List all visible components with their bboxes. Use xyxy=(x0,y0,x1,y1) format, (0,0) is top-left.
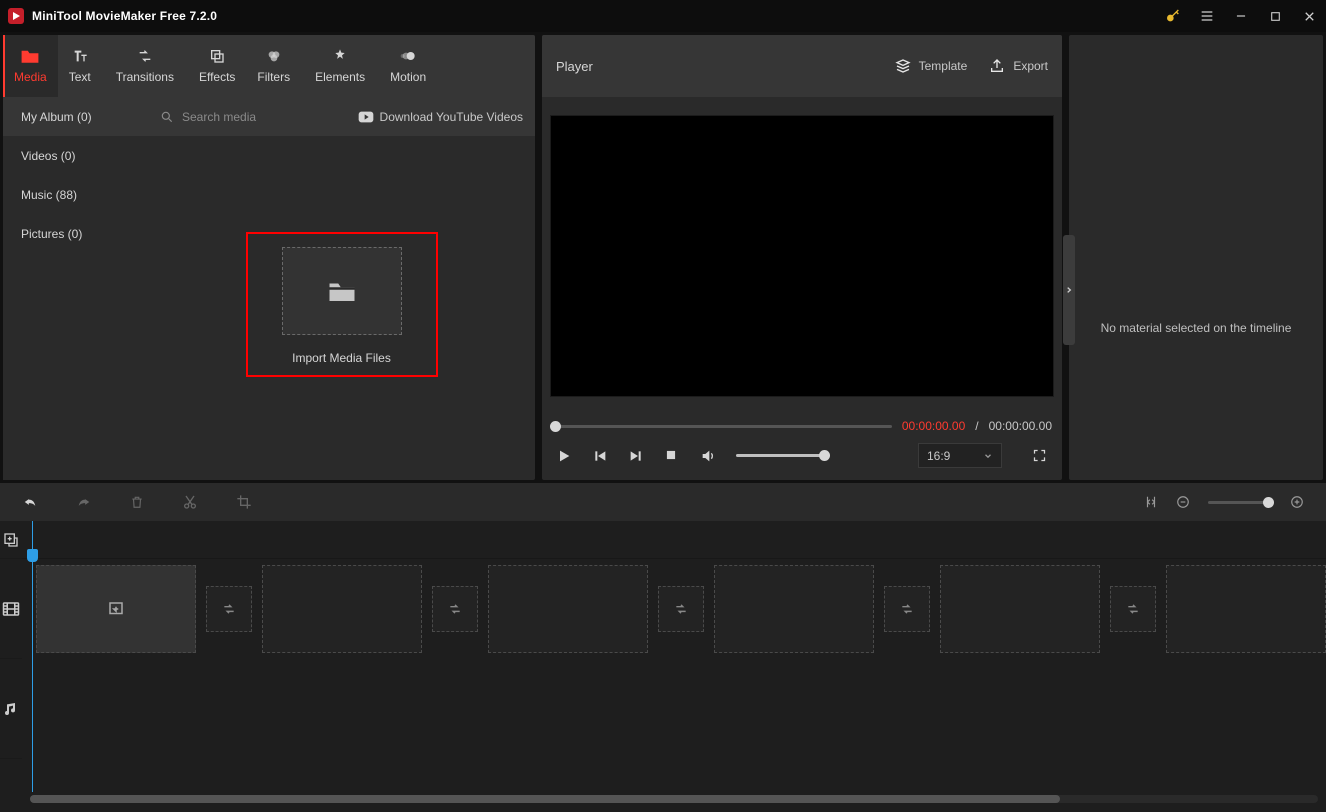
clip-slot[interactable] xyxy=(488,565,648,653)
export-icon xyxy=(989,58,1005,74)
menu-button[interactable] xyxy=(1190,0,1224,32)
sidebar-item-album[interactable]: My Album (0) xyxy=(3,97,148,136)
sidebar-item-videos[interactable]: Videos (0) xyxy=(3,136,148,175)
timeline-toolbar xyxy=(0,483,1326,521)
add-clip-icon xyxy=(107,600,125,618)
transition-slot[interactable] xyxy=(658,586,704,632)
time-total: 00:00:00.00 xyxy=(989,419,1052,433)
transition-slot[interactable] xyxy=(432,586,478,632)
tab-label: Media xyxy=(14,70,47,84)
transition-slot[interactable] xyxy=(1110,586,1156,632)
search-icon xyxy=(160,110,174,124)
tab-filters[interactable]: Filters xyxy=(246,35,301,97)
zoom-out-button[interactable] xyxy=(1176,495,1190,509)
tab-media[interactable]: Media xyxy=(3,35,58,97)
minimize-button[interactable] xyxy=(1224,0,1258,32)
audio-track-icon xyxy=(0,659,22,759)
tab-motion[interactable]: Motion xyxy=(379,35,437,97)
aspect-ratio-select[interactable]: 16:9 xyxy=(918,443,1002,468)
clip-slot[interactable] xyxy=(1166,565,1326,653)
chevron-down-icon xyxy=(983,451,993,461)
redo-button[interactable] xyxy=(76,495,92,509)
sidebar-item-music[interactable]: Music (88) xyxy=(3,175,148,214)
titlebar: MiniTool MovieMaker Free 7.2.0 xyxy=(0,0,1326,32)
mute-button[interactable] xyxy=(700,448,716,464)
clip-slot[interactable] xyxy=(36,565,196,653)
tab-elements[interactable]: Elements xyxy=(301,35,379,97)
template-icon xyxy=(895,58,911,74)
template-button[interactable]: Template xyxy=(895,58,968,74)
chevron-right-icon xyxy=(1065,284,1073,296)
transition-slot[interactable] xyxy=(884,586,930,632)
tab-label: Motion xyxy=(390,70,426,84)
clip-slot[interactable] xyxy=(262,565,422,653)
fullscreen-button[interactable] xyxy=(1032,448,1048,464)
volume-slider[interactable] xyxy=(736,454,828,457)
aspect-ratio-value: 16:9 xyxy=(927,449,950,463)
add-track-button[interactable] xyxy=(0,521,22,559)
player-panel: Player Template Export 00:00:00.00 / 00:… xyxy=(542,35,1062,480)
undo-button[interactable] xyxy=(22,495,38,509)
search-input[interactable] xyxy=(182,110,312,124)
play-button[interactable] xyxy=(556,448,572,464)
seek-bar[interactable] xyxy=(552,425,892,428)
video-track[interactable] xyxy=(22,559,1326,659)
timeline-scrollbar[interactable] xyxy=(30,795,1318,803)
tab-label: Text xyxy=(69,70,91,84)
license-key-button[interactable] xyxy=(1156,0,1190,32)
time-sep: / xyxy=(975,419,978,433)
prev-frame-button[interactable] xyxy=(592,448,608,464)
tab-text[interactable]: Text xyxy=(58,35,102,97)
export-label: Export xyxy=(1013,59,1048,73)
video-preview xyxy=(550,115,1054,397)
timeline xyxy=(0,521,1326,812)
tab-label: Elements xyxy=(315,70,365,84)
crop-button[interactable] xyxy=(236,494,252,510)
app-title: MiniTool MovieMaker Free 7.2.0 xyxy=(32,9,217,23)
media-categories: My Album (0) Videos (0) Music (88) Pictu… xyxy=(3,97,148,480)
tool-tabs: Media Text Transitions Effects Filters E… xyxy=(3,35,535,97)
search-media[interactable] xyxy=(160,110,350,124)
download-youtube-button[interactable]: Download YouTube Videos xyxy=(358,110,523,124)
tab-transitions[interactable]: Transitions xyxy=(102,35,188,97)
time-current: 00:00:00.00 xyxy=(902,419,965,433)
clip-slot[interactable] xyxy=(940,565,1100,653)
cut-button[interactable] xyxy=(182,494,198,510)
app-logo xyxy=(8,8,24,24)
folder-icon xyxy=(327,278,357,304)
transition-icon xyxy=(220,602,238,616)
tab-label: Transitions xyxy=(116,70,174,84)
youtube-icon xyxy=(358,111,374,123)
zoom-in-button[interactable] xyxy=(1290,495,1304,509)
maximize-button[interactable] xyxy=(1258,0,1292,32)
tab-label: Filters xyxy=(257,70,290,84)
delete-button[interactable] xyxy=(130,494,144,510)
playhead[interactable] xyxy=(32,521,33,792)
player-title: Player xyxy=(556,59,873,74)
video-track-icon xyxy=(0,559,22,659)
import-media-button[interactable]: Import Media Files xyxy=(246,232,438,377)
next-frame-button[interactable] xyxy=(628,448,644,464)
template-label: Template xyxy=(919,59,968,73)
import-media-label: Import Media Files xyxy=(292,351,391,365)
download-youtube-label: Download YouTube Videos xyxy=(380,110,523,124)
clip-slot[interactable] xyxy=(714,565,874,653)
properties-panel: No material selected on the timeline xyxy=(1069,35,1323,480)
zoom-slider[interactable] xyxy=(1208,501,1272,504)
fit-timeline-button[interactable] xyxy=(1144,494,1158,510)
properties-empty-message: No material selected on the timeline xyxy=(1069,321,1323,335)
stop-button[interactable] xyxy=(664,448,680,464)
transition-slot[interactable] xyxy=(206,586,252,632)
media-panel: Media Text Transitions Effects Filters E… xyxy=(3,35,535,480)
export-button[interactable]: Export xyxy=(989,58,1048,74)
timeline-ruler[interactable] xyxy=(22,521,1326,559)
close-button[interactable] xyxy=(1292,0,1326,32)
tab-label: Effects xyxy=(199,70,235,84)
audio-track[interactable] xyxy=(22,659,1326,759)
sidebar-item-pictures[interactable]: Pictures (0) xyxy=(3,214,148,253)
tab-effects[interactable]: Effects xyxy=(188,35,246,97)
